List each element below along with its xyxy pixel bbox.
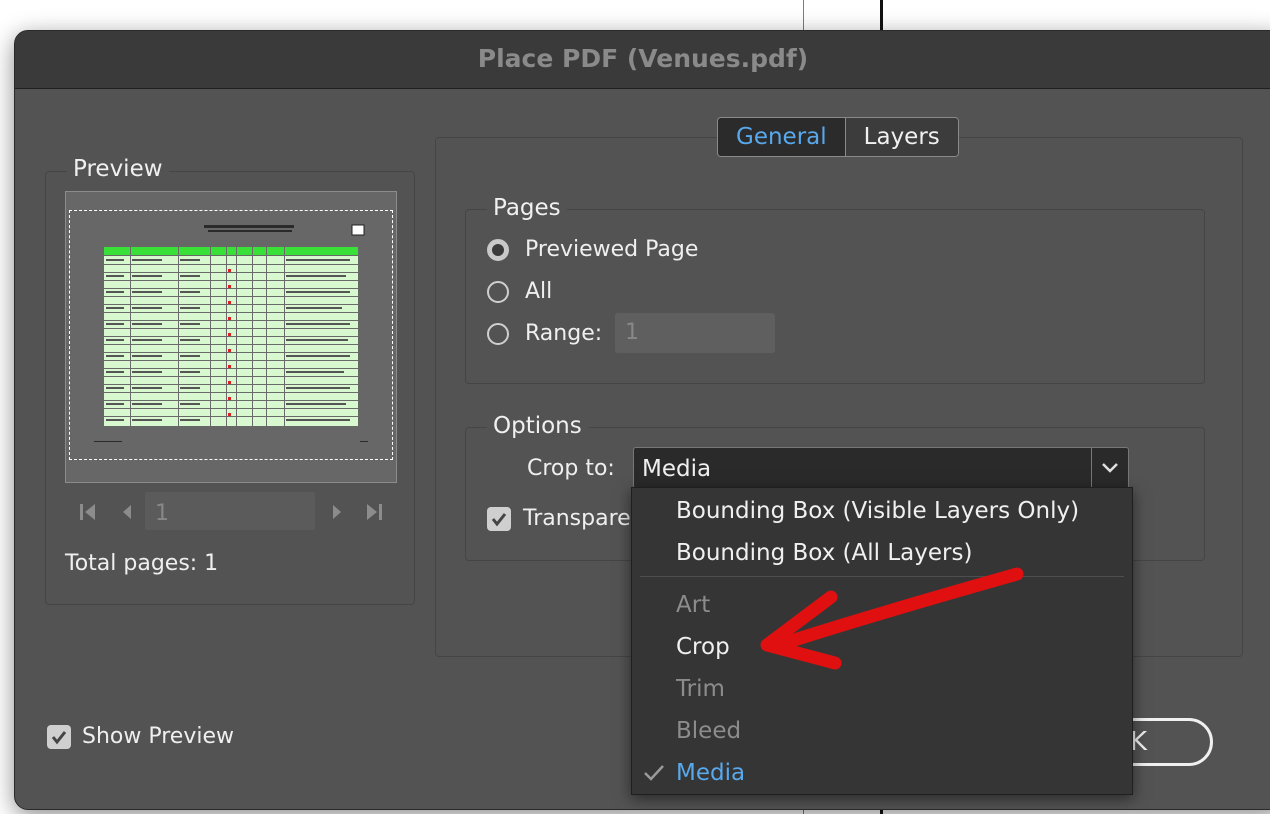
last-page-button[interactable] (363, 501, 385, 523)
annotation-arrow-icon (760, 567, 1024, 670)
radio-all[interactable] (487, 281, 509, 303)
page-number-field[interactable]: 1 (145, 492, 315, 530)
menu-item-crop[interactable]: Crop (676, 634, 730, 660)
all-label: All (525, 279, 553, 304)
pages-group (465, 209, 1205, 384)
preview-thumbnail (65, 191, 397, 483)
previous-page-button[interactable] (117, 501, 139, 523)
checkmark-icon (644, 765, 664, 781)
last-page-icon (367, 504, 382, 520)
preview-table-rows (104, 247, 358, 426)
menu-item-media[interactable]: Media (676, 760, 745, 786)
tab-layers[interactable]: Layers (845, 118, 958, 156)
first-page-button[interactable] (77, 501, 99, 523)
crop-to-label: Crop to: (527, 456, 615, 481)
tab-bar: General Layers (717, 117, 959, 157)
checkmark-icon (491, 513, 507, 527)
radio-range[interactable] (487, 323, 509, 345)
options-legend: Options (487, 413, 588, 439)
place-pdf-dialog: Place PDF (Venues.pdf) Preview 1 Total p… (14, 30, 1270, 810)
next-page-icon (333, 505, 341, 519)
range-input[interactable]: 1 (615, 313, 775, 353)
pages-legend: Pages (487, 195, 567, 221)
crop-to-dropdown-button[interactable] (1091, 448, 1128, 488)
checkmark-icon (51, 731, 67, 745)
first-page-icon (80, 504, 95, 520)
show-preview-checkbox[interactable] (47, 725, 71, 749)
dialog-title: Place PDF (Venues.pdf) (477, 44, 809, 73)
previewed-page-label: Previewed Page (525, 237, 699, 262)
menu-item-bounding-box-visible[interactable]: Bounding Box (Visible Layers Only) (676, 498, 1079, 524)
transparent-background-label: Transpare (523, 506, 631, 531)
menu-item-trim: Trim (676, 676, 725, 702)
transparent-background-checkbox[interactable] (487, 507, 511, 531)
menu-item-art: Art (676, 592, 711, 618)
dialog-titlebar: Place PDF (Venues.pdf) (15, 31, 1270, 89)
next-page-button[interactable] (325, 501, 347, 523)
show-preview-label: Show Preview (82, 724, 234, 749)
preview-page-content (94, 224, 368, 442)
preview-page-sheet (69, 210, 393, 460)
crop-to-value: Media (642, 456, 712, 482)
total-pages-label: Total pages: 1 (65, 551, 219, 576)
preview-legend: Preview (67, 156, 169, 182)
previous-page-icon (123, 505, 131, 519)
crop-to-select[interactable]: Media (633, 447, 1129, 489)
radio-previewed-page[interactable] (487, 239, 509, 261)
range-label: Range: (525, 321, 603, 346)
tab-general[interactable]: General (718, 118, 846, 156)
chevron-down-icon (1102, 463, 1118, 473)
menu-item-bleed: Bleed (676, 718, 742, 744)
